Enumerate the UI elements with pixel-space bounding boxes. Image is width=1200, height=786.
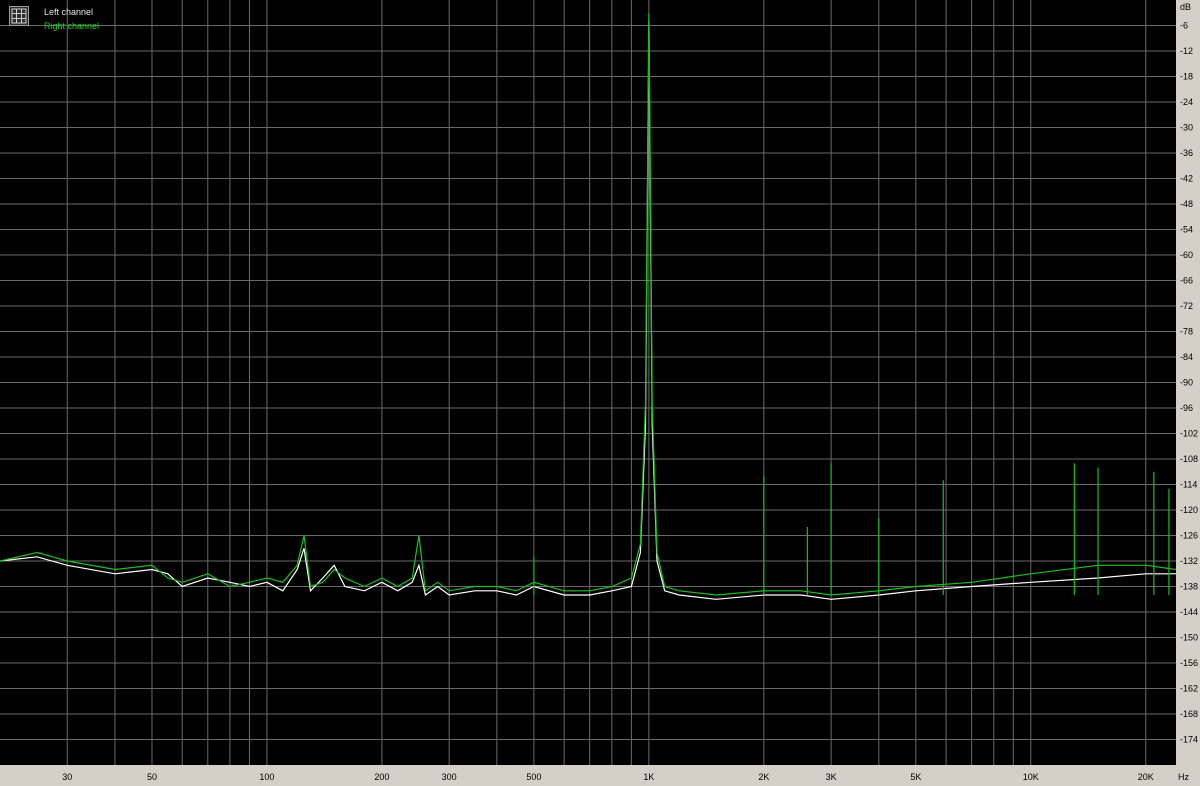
x-unit-label: Hz	[1178, 772, 1189, 782]
legend-grid-icon[interactable]	[9, 6, 29, 26]
y-tick-label: -6	[1180, 21, 1188, 31]
x-tick-label: 3K	[826, 772, 837, 782]
x-axis-panel	[0, 765, 1200, 786]
y-tick-label: -114	[1180, 480, 1197, 490]
y-tick-label: -42	[1180, 174, 1193, 184]
x-tick-label: 100	[259, 772, 274, 782]
y-tick-label: -24	[1180, 97, 1193, 107]
y-tick-label: -54	[1180, 225, 1193, 235]
x-tick-label: 500	[526, 772, 541, 782]
x-tick-label: 200	[374, 772, 389, 782]
y-tick-label: -72	[1180, 301, 1193, 311]
spectrum-chart: -6 -12 -18 -24 -30 -36 -42 -48 -54 -60 -66 -72 -78 -8…	[0, 0, 1200, 786]
y-unit-label: dB	[1180, 2, 1191, 12]
y-tick-label: -60	[1180, 250, 1193, 260]
x-tick-label: 10K	[1023, 772, 1039, 782]
y-tick-label: -36	[1180, 148, 1193, 158]
y-tick-label: -162	[1180, 684, 1198, 694]
y-tick-label: -144	[1180, 607, 1198, 617]
x-tick-label: 20K	[1138, 772, 1154, 782]
y-tick-label: -150	[1180, 633, 1198, 643]
y-tick-label: -174	[1180, 735, 1198, 745]
y-tick-label: -96	[1180, 403, 1193, 413]
x-tick-label: 2K	[758, 772, 769, 782]
x-tick-label: 5K	[910, 772, 921, 782]
y-tick-label: -120	[1180, 505, 1198, 515]
x-tick-label: 300	[442, 772, 457, 782]
y-tick-label: -108	[1180, 454, 1198, 464]
x-tick-label: 50	[147, 772, 157, 782]
y-tick-label: -30	[1180, 123, 1193, 133]
legend: Left channel Right channel	[9, 6, 119, 36]
y-tick-label: -66	[1180, 276, 1193, 286]
y-tick-label: -102	[1180, 429, 1198, 439]
y-axis-panel	[1176, 0, 1200, 786]
y-tick-label: -168	[1180, 709, 1198, 719]
y-tick-label: -12	[1180, 46, 1193, 56]
y-tick-label: -90	[1180, 378, 1193, 388]
x-tick-label: 30	[62, 772, 72, 782]
y-tick-label: -156	[1180, 658, 1198, 668]
y-tick-label: -18	[1180, 72, 1193, 82]
y-tick-label: -48	[1180, 199, 1193, 209]
x-tick-label: 1K	[643, 772, 654, 782]
legend-right-channel: Right channel	[44, 21, 100, 31]
y-tick-label: -138	[1180, 582, 1198, 592]
y-tick-label: -126	[1180, 531, 1198, 541]
y-tick-label: -132	[1180, 556, 1198, 566]
legend-left-channel: Left channel	[44, 7, 94, 17]
y-tick-label: -78	[1180, 327, 1193, 337]
y-tick-label: -84	[1180, 352, 1193, 362]
